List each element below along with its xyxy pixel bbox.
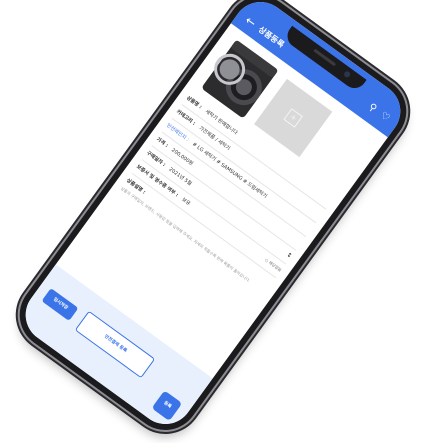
phone-frame: ← 상품등록 ⚲ ♡ + 상품명: 세탁기 판매합니다 카테고리: 가전제품… [5,0,420,443]
bottom-action-area: 임시저장 안전결제 등록 등록 [14,263,213,435]
safe-trade-button[interactable]: 안전결제 등록 [74,310,155,378]
heart-icon[interactable]: ♡ [377,110,391,124]
back-icon[interactable]: ← [242,13,258,30]
page-title: 상품등록 [256,24,286,49]
phone-screen: ← 상품등록 ⚲ ♡ + 상품명: 세탁기 판매합니다 카테고리: 가전제품… [14,0,411,435]
search-icon[interactable]: ⚲ [366,101,378,114]
temp-save-button[interactable]: 임시저장 [41,287,78,321]
chevron-updown-icon[interactable]: ⇕ [282,247,295,263]
warranty-value: 보유 [179,196,191,207]
warranty-none-label: 해당없음 [267,259,283,273]
register-button[interactable]: 등록 [151,389,182,421]
stage: ← 상품등록 ⚲ ♡ + 상품명: 세탁기 판매합니다 카테고리: 가전제품… [0,0,425,443]
plus-icon: + [282,107,303,128]
front-camera [342,69,351,79]
